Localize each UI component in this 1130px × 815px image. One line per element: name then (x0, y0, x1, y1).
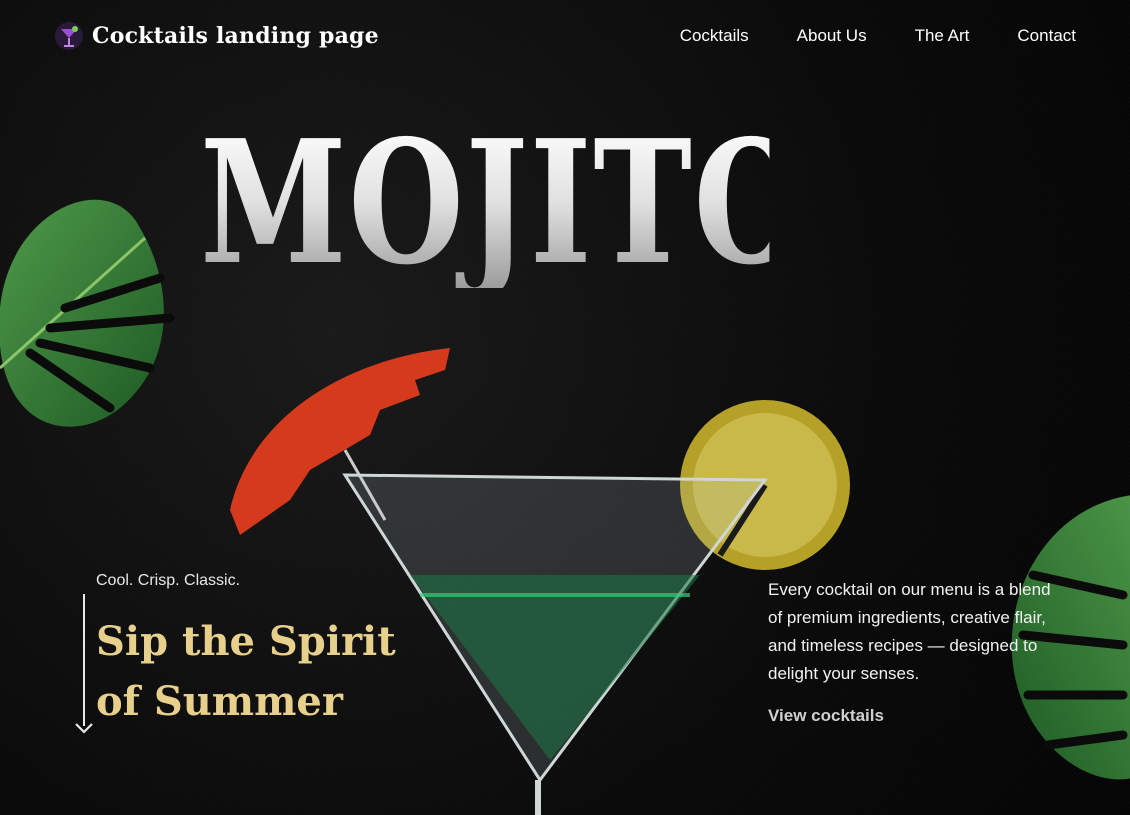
nav-links: Cocktails About Us The Art Contact (680, 26, 1076, 46)
arrow-down-icon[interactable] (74, 716, 94, 736)
nav-link-about-us[interactable]: About Us (797, 26, 867, 46)
brand-name: Cocktails landing page (92, 23, 379, 49)
hero-title: MOJITO (200, 103, 811, 303)
subheading: Sip the Spirit of Summer (96, 618, 396, 725)
nav-link-the-art[interactable]: The Art (915, 26, 970, 46)
description-text: Every cocktail on our menu is a blend of… (768, 580, 1051, 683)
view-cocktails-link[interactable]: View cocktails (768, 706, 884, 726)
monstera-leaf-left-icon (0, 199, 175, 427)
tagline: Cool. Crisp. Classic. (96, 572, 241, 589)
cocktail-glass-icon (55, 22, 83, 50)
side-copy: Every cocktail on our menu is a blend of… (768, 576, 1068, 726)
brand[interactable]: Cocktails landing page (54, 21, 379, 51)
nav-link-contact[interactable]: Contact (1017, 26, 1076, 46)
navbar: Cocktails landing page Cocktails About U… (0, 0, 1130, 72)
nav-link-cocktails[interactable]: Cocktails (680, 26, 749, 46)
scroll-arrow-line (83, 594, 85, 726)
